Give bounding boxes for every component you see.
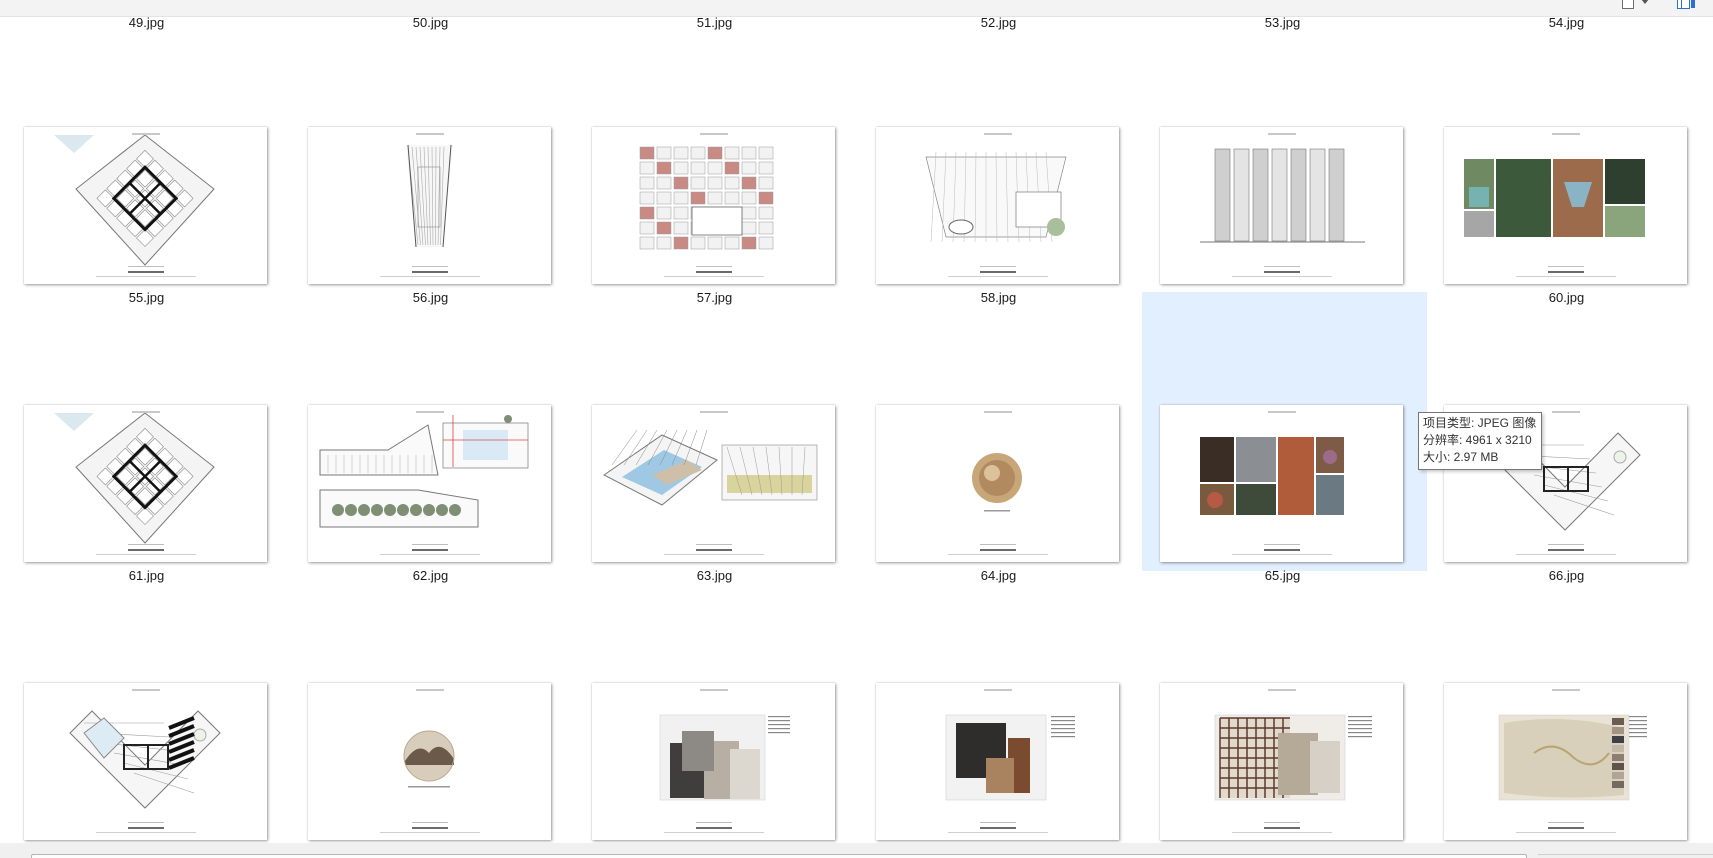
file-thumbnail — [308, 683, 551, 840]
tooltip-type: 项目类型: JPEG 图像 — [1423, 416, 1537, 430]
tooltip-size: 大小: 2.97 MB — [1423, 450, 1499, 464]
file-item[interactable]: 64.jpg — [858, 292, 1143, 583]
file-item[interactable]: 65.jpg — [1142, 292, 1427, 583]
file-thumbnail — [24, 683, 267, 840]
file-thumbnail — [592, 683, 835, 840]
view-options-icon[interactable] — [1620, 0, 1649, 11]
file-thumbnail — [1160, 127, 1403, 284]
file-item[interactable] — [1142, 570, 1427, 849]
file-info-tooltip: 项目类型: JPEG 图像 分辨率: 4961 x 3210 大小: 2.97 … — [1418, 412, 1543, 470]
file-item[interactable] — [1426, 570, 1711, 849]
tooltip-resolution: 分辨率: 4961 x 3210 — [1423, 433, 1532, 447]
file-thumbnail — [24, 405, 267, 562]
file-thumbnail — [308, 127, 551, 284]
file-item[interactable]: 61.jpg — [6, 292, 291, 583]
file-thumbnail — [876, 405, 1119, 562]
file-thumbnail — [592, 127, 835, 284]
file-item[interactable] — [574, 570, 859, 849]
file-item[interactable] — [858, 570, 1143, 849]
details-pane-icon[interactable] — [1675, 0, 1695, 11]
file-thumbnail — [876, 683, 1119, 840]
file-thumbnail — [24, 127, 267, 284]
file-item[interactable]: 57.jpg — [574, 14, 859, 305]
file-item[interactable]: 59.jpg — [1142, 14, 1427, 305]
horizontal-scrollbar[interactable] — [31, 854, 1527, 858]
file-thumbnail — [308, 405, 551, 562]
file-item[interactable]: 63.jpg — [574, 292, 859, 583]
file-item[interactable]: 56.jpg — [290, 14, 575, 305]
file-thumbnail — [1160, 683, 1403, 840]
file-item[interactable]: 60.jpg — [1426, 14, 1711, 305]
file-item[interactable]: 58.jpg — [858, 14, 1143, 305]
file-item[interactable] — [6, 570, 291, 849]
file-thumbnail — [1160, 405, 1403, 562]
scrollbar-track — [1538, 854, 1713, 858]
file-thumbnail — [876, 127, 1119, 284]
file-item[interactable]: 55.jpg — [6, 14, 291, 305]
file-explorer-window: 49.jpg 50.jpg 51.jpg 52.jpg 53.jpg 54.jpg 55.… — [0, 0, 1713, 858]
file-item[interactable] — [290, 570, 575, 849]
file-thumbnail — [592, 405, 835, 562]
file-thumbnail — [1444, 683, 1687, 840]
file-item[interactable]: 62.jpg — [290, 292, 575, 583]
file-thumbnail — [1444, 127, 1687, 284]
